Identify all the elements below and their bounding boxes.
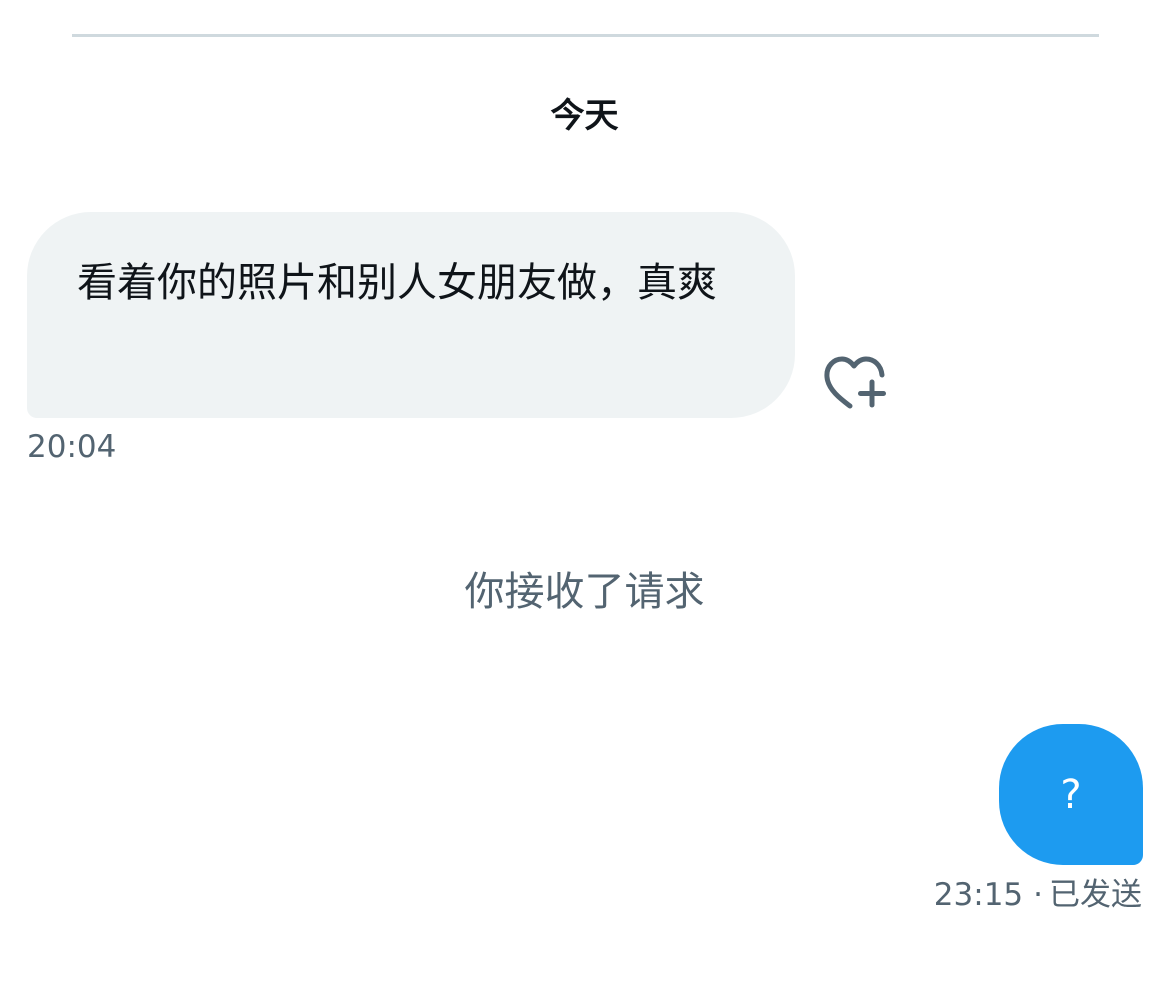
add-reaction-button[interactable] [820,350,892,416]
outgoing-message-text: ? [1060,771,1082,818]
heart-plus-icon [820,350,892,416]
date-header: 今天 [550,96,619,136]
top-divider [72,34,1099,37]
outgoing-message-time: 23:15 [933,877,1024,913]
incoming-message-time: 20:04 [27,429,117,465]
request-accepted-notice: 你接收了请求 [464,569,705,615]
incoming-message-bubble[interactable]: 看着你的照片和别人女朋友做，真爽 [27,212,795,418]
outgoing-message-status: 已发送 [1049,877,1142,913]
incoming-message-text: 看着你的照片和别人女朋友做，真爽 [77,260,717,306]
outgoing-message-bubble[interactable]: ? [999,724,1143,865]
meta-separator: · [1033,877,1043,913]
outgoing-message-meta: 23:15 · 已发送 [934,874,1142,916]
